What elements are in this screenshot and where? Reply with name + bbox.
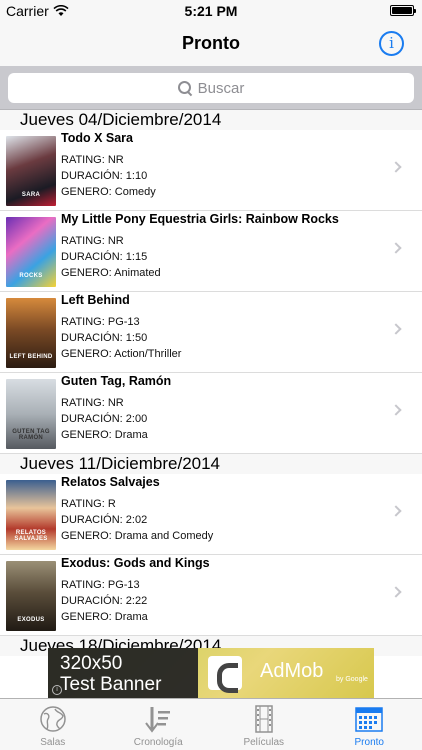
movie-poster: GUTEN TAG RAMÓN <box>6 379 56 449</box>
film-icon <box>255 705 273 733</box>
movie-duration: DURACIÓN: 2:00 <box>61 413 148 425</box>
section-header: Jueves 11/Diciembre/2014 <box>0 454 422 474</box>
calendar-icon <box>355 707 383 732</box>
movie-duration: DURACIÓN: 2:02 <box>61 514 148 526</box>
ad-line-1: 320x50 <box>60 653 123 674</box>
ad-line-2: Test Banner <box>60 674 162 695</box>
status-bar: Carrier 5:21 PM <box>0 0 422 22</box>
movie-rating: RATING: NR <box>61 154 124 166</box>
tab-label: Salas <box>40 737 66 748</box>
movie-title: Todo X Sara <box>61 131 134 145</box>
movie-poster: EXODUS <box>6 561 56 631</box>
section-header: Jueves 04/Diciembre/2014 <box>0 110 422 130</box>
movie-list[interactable]: Jueves 04/Diciembre/2014 SARA Todo X Sar… <box>0 110 422 698</box>
tab-label: Cronología <box>133 737 183 748</box>
movie-rating: RATING: NR <box>61 235 124 247</box>
page-title: Pronto <box>182 33 240 53</box>
tab-salas[interactable]: Salas <box>0 699 106 750</box>
movie-row[interactable]: LEFT BEHIND Left Behind RATING: PG-13 DU… <box>0 292 422 373</box>
tab-label: Pronto <box>354 737 384 748</box>
tab-peliculas[interactable]: Películas <box>211 699 317 750</box>
movie-duration: DURACIÓN: 1:10 <box>61 170 148 182</box>
movie-row[interactable]: RELATOS SALVAJES Relatos Salvajes RATING… <box>0 474 422 555</box>
movie-duration: DURACIÓN: 1:50 <box>61 332 148 344</box>
globe-icon <box>40 706 66 732</box>
chevron-right-icon <box>390 323 402 335</box>
movie-rating: RATING: PG-13 <box>61 579 140 591</box>
movie-title: Guten Tag, Ramón <box>61 374 172 388</box>
movie-title: Left Behind <box>61 293 130 307</box>
movie-row[interactable]: ROCKS My Little Pony Equestria Girls: Ra… <box>0 211 422 292</box>
movie-genre: GENERO: Drama and Comedy <box>61 530 214 542</box>
tab-pronto[interactable]: Pronto <box>317 699 422 750</box>
search-placeholder: Buscar <box>197 79 245 97</box>
movie-rating: RATING: NR <box>61 397 124 409</box>
movie-genre: GENERO: Action/Thriller <box>61 348 182 360</box>
movie-genre: GENERO: Drama <box>61 429 148 441</box>
tab-label: Películas <box>243 737 285 748</box>
battery-icon <box>390 5 416 16</box>
navigation-bar: Pronto i <box>0 22 422 66</box>
info-button[interactable]: i <box>379 31 404 56</box>
movie-rating: RATING: PG-13 <box>61 316 140 328</box>
tab-bar: Salas Cronología Películas Pronto <box>0 698 422 750</box>
info-icon: i <box>389 34 394 52</box>
movie-genre: GENERO: Animated <box>61 267 161 279</box>
chevron-right-icon <box>390 505 402 517</box>
movie-duration: DURACIÓN: 2:22 <box>61 595 148 607</box>
search-bar: Buscar <box>0 66 422 110</box>
status-time: 5:21 PM <box>184 3 238 19</box>
movie-row[interactable]: SARA Todo X Sara RATING: NR DURACIÓN: 1:… <box>0 130 422 211</box>
movie-title: Exodus: Gods and Kings <box>61 556 210 570</box>
movie-rating: RATING: R <box>61 498 116 510</box>
movie-row[interactable]: GUTEN TAG RAMÓN Guten Tag, Ramón RATING:… <box>0 373 422 454</box>
admob-logo-icon <box>208 656 242 693</box>
tab-cronologia[interactable]: Cronología <box>106 699 212 750</box>
movie-poster: RELATOS SALVAJES <box>6 480 56 550</box>
sort-down-icon <box>145 707 171 733</box>
ad-info-icon[interactable]: i <box>52 685 62 695</box>
movie-duration: DURACIÓN: 1:15 <box>61 251 148 263</box>
movie-title: Relatos Salvajes <box>61 475 160 489</box>
movie-title: My Little Pony Equestria Girls: Rainbow … <box>61 212 339 226</box>
movie-row[interactable]: EXODUS Exodus: Gods and Kings RATING: PG… <box>0 555 422 636</box>
ad-banner[interactable]: 320x50 Test Banner AdMob by Google i <box>48 648 374 698</box>
movie-genre: GENERO: Comedy <box>61 186 156 198</box>
movie-genre: GENERO: Drama <box>61 611 148 623</box>
movie-poster: SARA <box>6 136 56 206</box>
search-input[interactable]: Buscar <box>8 73 414 103</box>
chevron-right-icon <box>390 242 402 254</box>
chevron-right-icon <box>390 161 402 173</box>
movie-poster: ROCKS <box>6 217 56 287</box>
chevron-right-icon <box>390 586 402 598</box>
chevron-right-icon <box>390 404 402 416</box>
ad-text: 320x50 Test Banner <box>60 653 161 695</box>
search-icon <box>177 81 192 95</box>
movie-poster: LEFT BEHIND <box>6 298 56 368</box>
ad-brand: AdMob <box>260 660 324 682</box>
ad-brand-sub: by Google <box>336 676 368 683</box>
